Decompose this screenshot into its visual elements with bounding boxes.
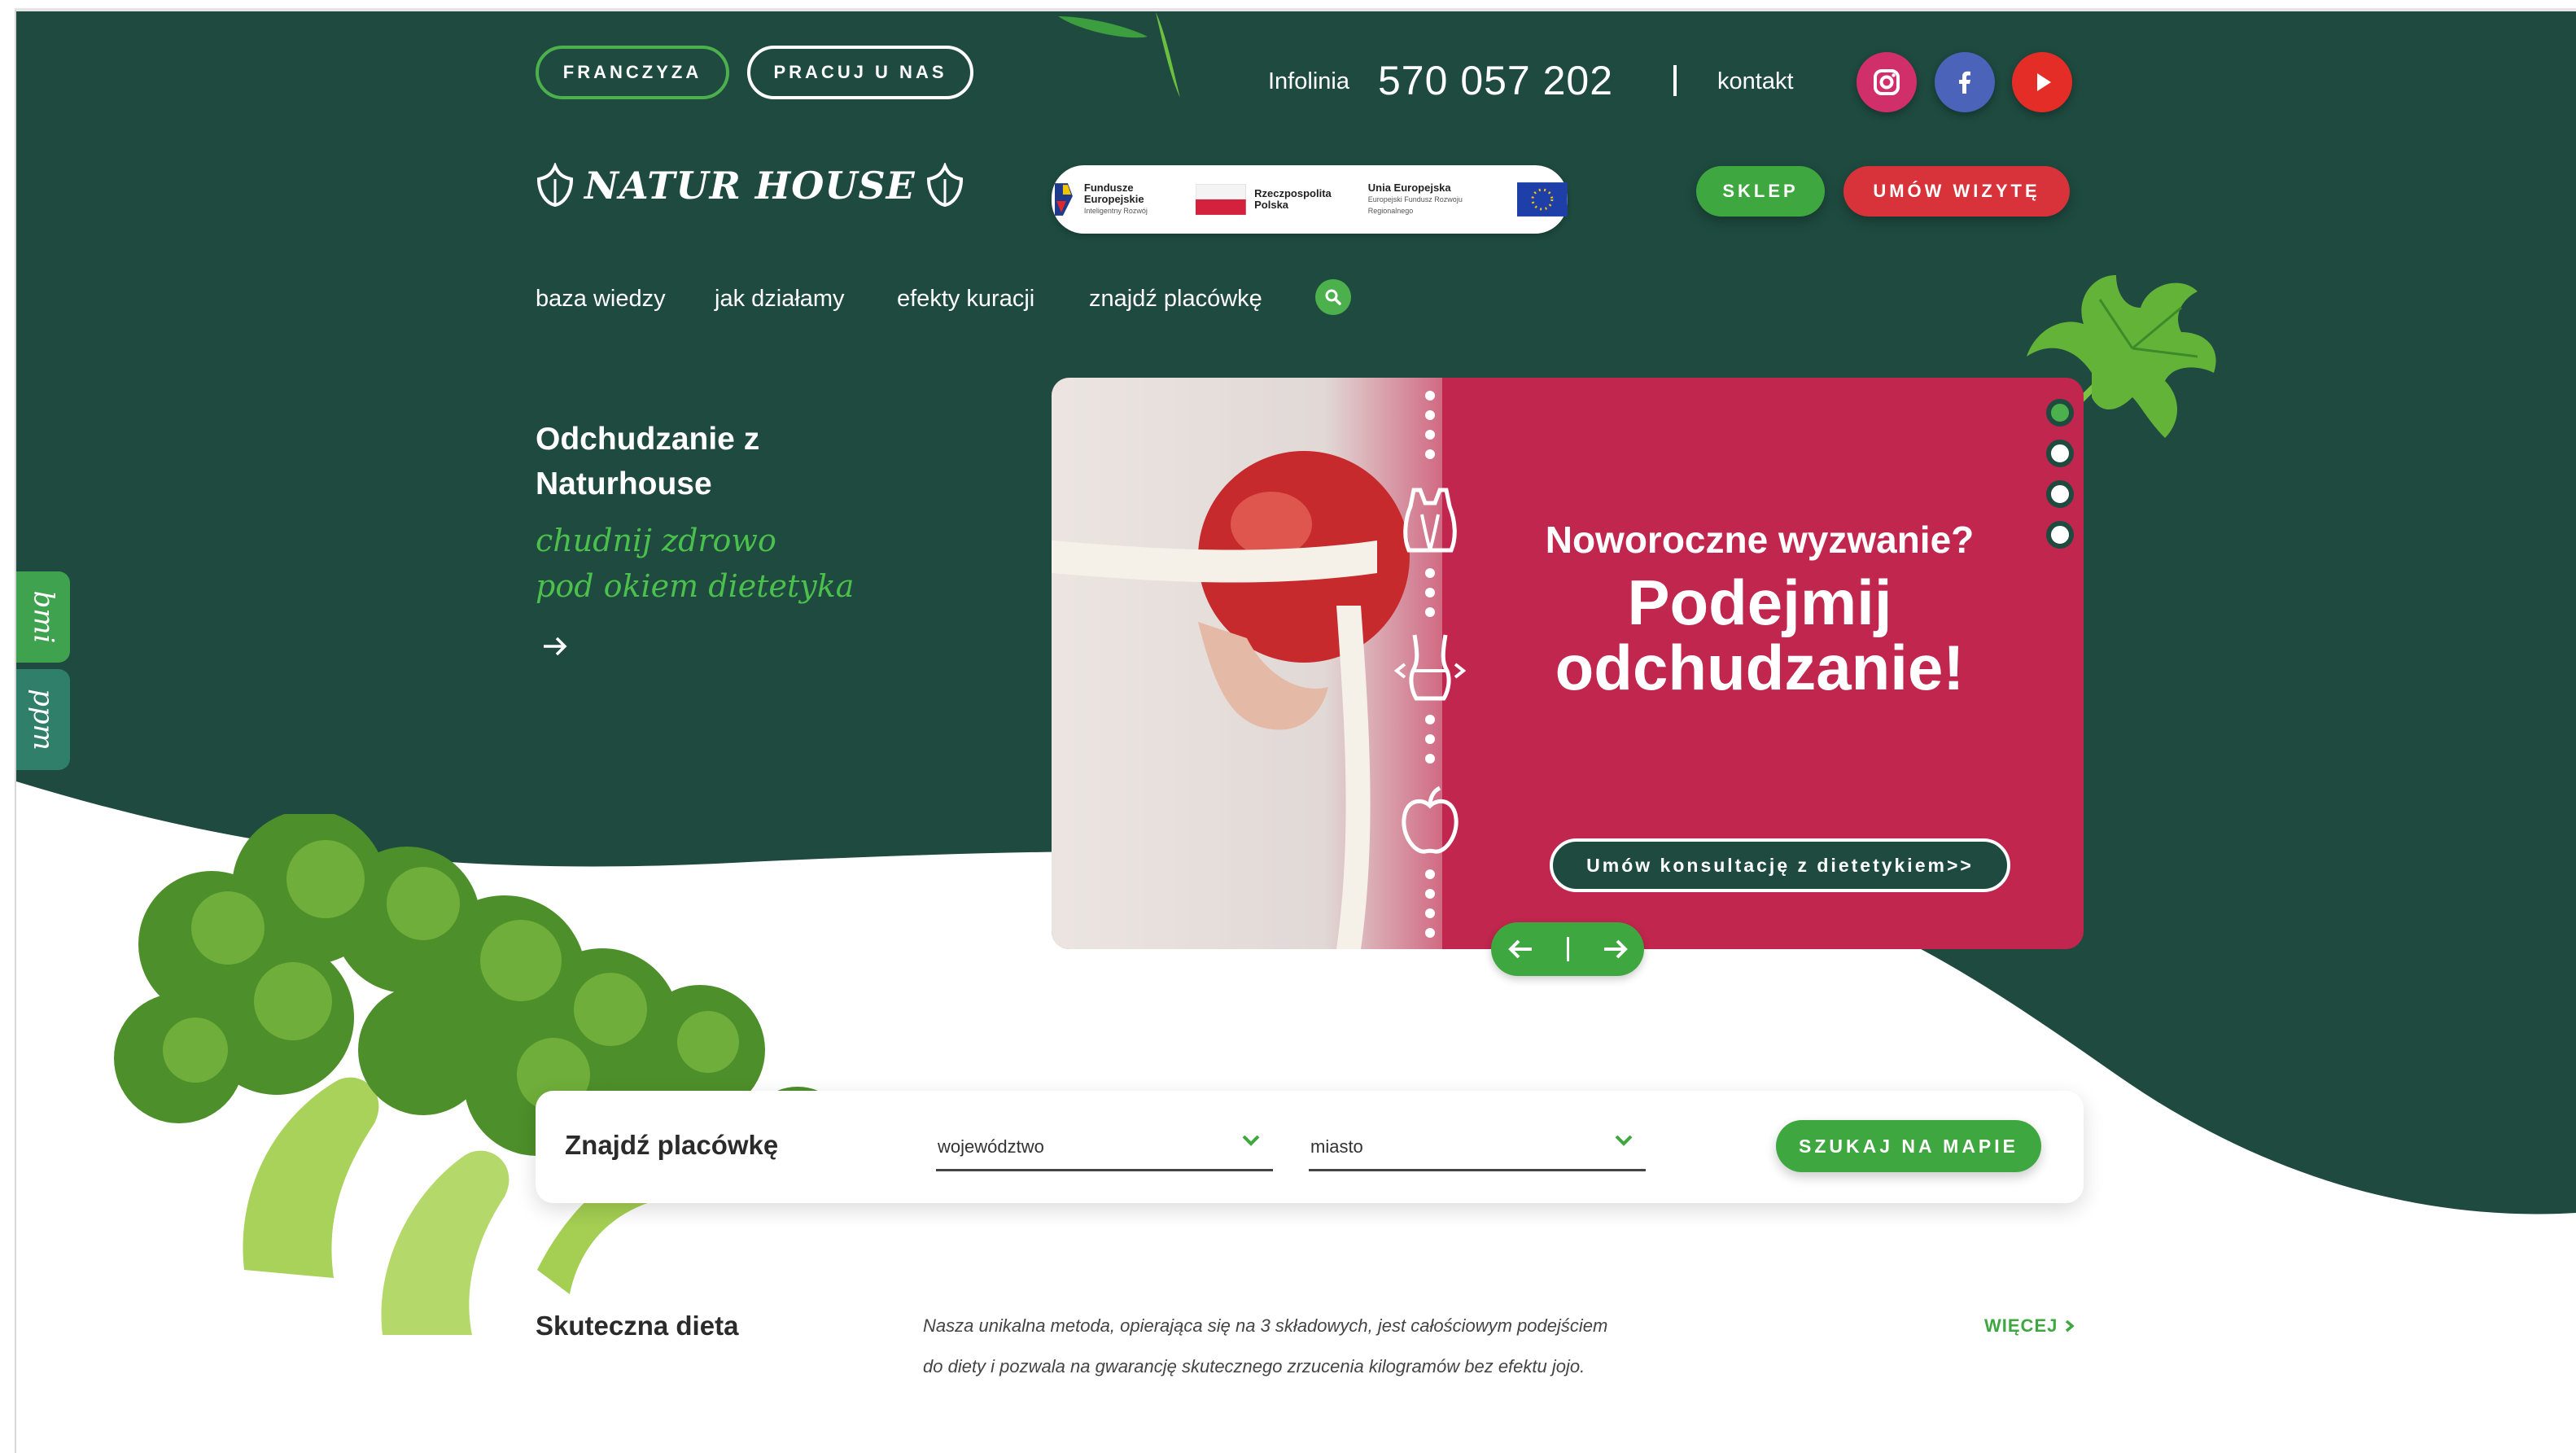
- hero-title-line2: Naturhouse: [536, 466, 712, 501]
- chevron-down-icon: [1242, 1135, 1260, 1146]
- nav-treatment-effects[interactable]: efekty kuracji: [897, 286, 1034, 313]
- broccoli-decoration: [114, 814, 851, 1335]
- jobs-button[interactable]: PRACUJ U NAS: [747, 46, 973, 99]
- logo-text: NATUR HOUSE: [584, 164, 916, 208]
- shop-button[interactable]: SKLEP: [1696, 166, 1825, 217]
- dress-size-icon: [1403, 488, 1457, 553]
- more-link-label: WIĘCEJ: [1984, 1315, 2058, 1336]
- slider-arrows: [1491, 922, 1644, 976]
- contact-link[interactable]: kontakt: [1717, 68, 1794, 95]
- youtube-icon[interactable]: [2012, 52, 2072, 112]
- search-icon[interactable]: [1315, 279, 1351, 315]
- slide-headline: Podejmij odchudzanie!: [1507, 570, 2012, 700]
- appointment-button[interactable]: UMÓW WIZYTĘ: [1843, 166, 2070, 217]
- hero-slider[interactable]: Noworoczne wyzwanie? Podejmij odchudzani…: [1052, 378, 2084, 949]
- logo-leaf-icon: [536, 163, 574, 208]
- ppm-tab[interactable]: ppm: [16, 669, 70, 770]
- site-logo[interactable]: NATUR HOUSE: [534, 163, 966, 208]
- bmi-tab-label: bmi: [26, 590, 59, 644]
- frame-top-border: [15, 8, 2576, 11]
- finder-title: Znajdź placówkę: [565, 1130, 779, 1160]
- nav-find-branch[interactable]: znajdź placówkę: [1089, 286, 1262, 313]
- hotline-number[interactable]: 570 057 202: [1378, 57, 1613, 104]
- diet-title: Skuteczna dieta: [536, 1311, 739, 1341]
- slider-dot-4[interactable]: [2046, 521, 2074, 549]
- hero-title: Odchudzanie z Naturhouse: [536, 417, 759, 506]
- hotline-label: Infolinia: [1268, 68, 1349, 94]
- slide-headline-line1: Podejmij: [1627, 567, 1892, 638]
- header-divider: [1673, 65, 1677, 96]
- ppm-tab-label: ppm: [27, 689, 59, 751]
- branch-finder: Znajdź placówkę województwo miasto SZUKA…: [536, 1091, 2084, 1203]
- hero-tagline-line1: chudnij zdrowo: [536, 523, 776, 558]
- arrow-divider: [1566, 937, 1569, 961]
- hero-tagline: chudnij zdrowo pod okiem dietetyka: [536, 518, 854, 609]
- instagram-icon[interactable]: [1857, 52, 1917, 112]
- region-select-label: województwo: [938, 1136, 1044, 1157]
- slider-dot-1[interactable]: [2046, 399, 2074, 427]
- consultation-button[interactable]: Umów konsultację z dietetykiem>>: [1550, 838, 2010, 892]
- eu-funds-title: Fundusze Europejskie: [1083, 182, 1144, 205]
- eu-union-title: Unia Europejska: [1367, 182, 1451, 194]
- eu-funds-subtitle: Inteligentny Rozwój: [1083, 207, 1148, 215]
- nav-how-we-work[interactable]: jak działamy: [715, 286, 845, 313]
- slide-question: Noworoczne wyzwanie?: [1545, 519, 1975, 561]
- slider-dot-3[interactable]: [2046, 480, 2074, 508]
- region-select[interactable]: województwo: [936, 1127, 1273, 1171]
- more-link[interactable]: WIĘCEJ: [1984, 1315, 2075, 1337]
- poland-flag-logo: Rzeczpospolita Polska: [1196, 184, 1367, 215]
- diet-description: Nasza unikalna metoda, opierająca się na…: [923, 1306, 1737, 1387]
- logo-leaf-icon-right: [926, 163, 963, 208]
- nav-knowledge-base[interactable]: baza wiedzy: [536, 286, 666, 313]
- eu-funds-logo: Fundusze Europejskie Inteligentny Rozwój: [1052, 180, 1196, 219]
- chevron-right-icon: [2066, 1320, 2075, 1333]
- slide-headline-line2: odchudzanie!: [1555, 632, 1965, 703]
- search-map-button[interactable]: SZUKAJ NA MAPIE: [1776, 1120, 2041, 1172]
- slider-dot-2[interactable]: [2046, 440, 2074, 467]
- waist-icon: [1393, 634, 1467, 701]
- hero-tagline-line2: pod okiem dietetyka: [536, 568, 855, 604]
- city-select-label: miasto: [1310, 1136, 1363, 1157]
- arrow-right-icon[interactable]: [1601, 937, 1629, 961]
- poland-label: Rzeczpospolita Polska: [1254, 187, 1332, 211]
- bmi-tab[interactable]: bmi: [16, 571, 70, 663]
- eu-union-subtitle: Europejski Fundusz Rozwoju Regionalnego: [1367, 195, 1463, 215]
- arrow-left-icon[interactable]: [1507, 937, 1535, 961]
- hero-title-line1: Odchudzanie z: [536, 422, 760, 457]
- eu-union-logo: Unia Europejska Europejski Fundusz Rozwoj…: [1368, 182, 1568, 217]
- eu-funding-banner[interactable]: Fundusze Europejskie Inteligentny Rozwój …: [1052, 165, 1568, 234]
- diet-description-line2: do diety i pozwala na gwarancję skuteczn…: [923, 1356, 1585, 1376]
- chevron-down-icon: [1615, 1135, 1633, 1146]
- franchise-button[interactable]: FRANCZYZA: [536, 46, 729, 99]
- apple-icon: [1402, 786, 1459, 854]
- city-select[interactable]: miasto: [1309, 1127, 1646, 1171]
- facebook-icon[interactable]: [1935, 52, 1995, 112]
- diet-description-line1: Nasza unikalna metoda, opierająca się na…: [923, 1315, 1608, 1336]
- hero-arrow-icon[interactable]: [540, 632, 570, 665]
